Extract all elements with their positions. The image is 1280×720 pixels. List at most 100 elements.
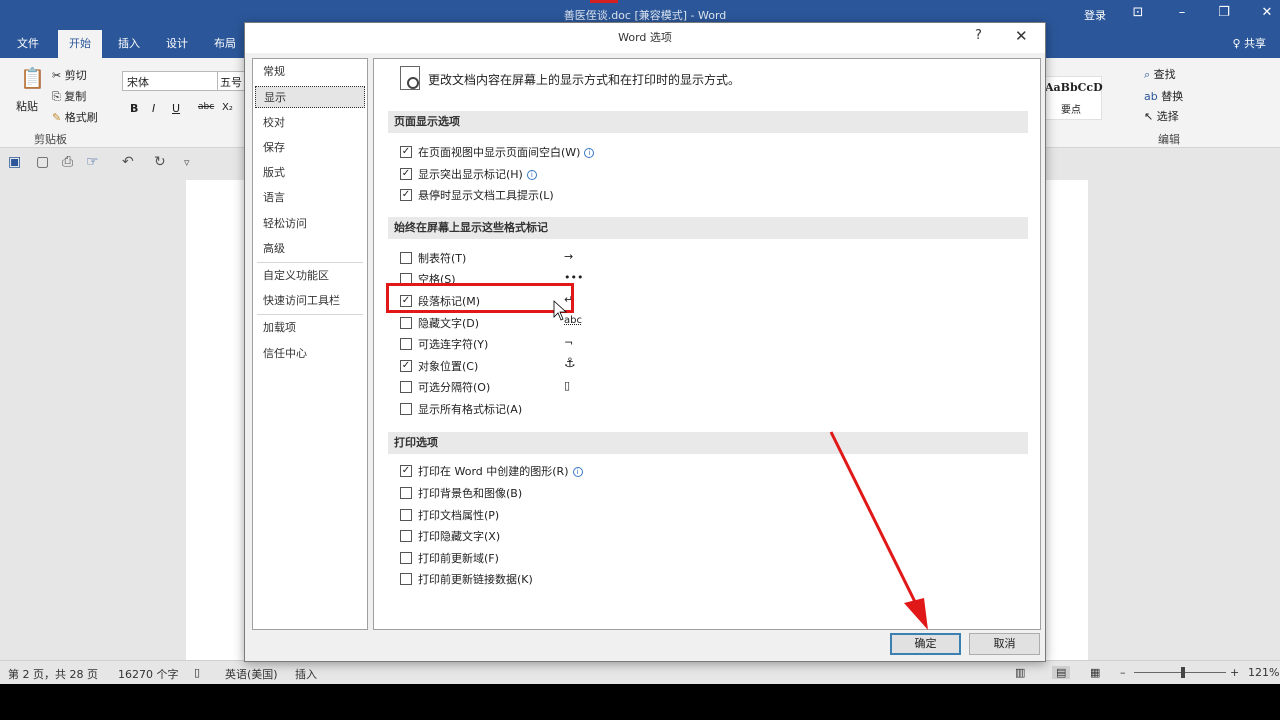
font-name-combo[interactable]: 宋体	[122, 71, 218, 91]
insert-mode[interactable]: 插入	[295, 666, 317, 682]
dialog-close-icon[interactable]: ✕	[1015, 27, 1028, 45]
nav-language[interactable]: 语言	[255, 187, 365, 209]
zoom-level[interactable]: 121%	[1248, 666, 1279, 679]
checkbox[interactable]	[400, 530, 412, 542]
checkbox[interactable]: ✓	[400, 189, 412, 201]
login-link[interactable]: 登录	[1084, 7, 1106, 23]
checkbox[interactable]	[400, 381, 412, 393]
info-icon[interactable]: i	[526, 170, 537, 180]
option-show-highlighter[interactable]: ✓ 显示突出显示标记(H) i	[400, 166, 537, 184]
format-painter-button[interactable]: ✎ 格式刷	[52, 109, 98, 125]
option-show-whitespace[interactable]: ✓ 在页面视图中显示页面间空白(W) i	[400, 144, 595, 162]
replace-button[interactable]: ab 替换	[1144, 88, 1183, 104]
option-show-tooltips[interactable]: ✓ 悬停时显示文档工具提示(L)	[400, 187, 554, 205]
zoom-slider[interactable]	[1134, 672, 1226, 673]
nav-quick-access-toolbar[interactable]: 快速访问工具栏	[255, 290, 365, 312]
checkbox[interactable]	[400, 552, 412, 564]
option-show-all-marks[interactable]: 显示所有格式标记(A)	[400, 401, 522, 419]
zoom-in-icon[interactable]: +	[1230, 666, 1239, 679]
hidden-text-icon: abc	[564, 315, 582, 326]
option-print-background[interactable]: 打印背景色和图像(B)	[400, 485, 522, 503]
share-button[interactable]: ♀ 共享	[1232, 30, 1266, 58]
page-count[interactable]: 第 2 页，共 28 页	[8, 666, 98, 682]
zoom-slider-thumb[interactable]	[1181, 667, 1185, 678]
find-button[interactable]: ⌕ 查找	[1144, 66, 1176, 82]
recording-marker	[590, 0, 618, 3]
checkbox[interactable]	[400, 509, 412, 521]
checkbox[interactable]: ✓	[400, 168, 412, 180]
nav-proofing[interactable]: 校对	[255, 112, 365, 134]
font-size-combo[interactable]: 五号	[217, 71, 247, 91]
style-preview: AaBbCcD	[1045, 81, 1103, 94]
tab-file[interactable]: 文件	[8, 30, 48, 58]
tab-layout[interactable]: 布局	[206, 30, 244, 58]
checkbox[interactable]	[400, 317, 412, 329]
italic-button[interactable]: I	[152, 102, 155, 115]
checkbox[interactable]: ✓	[400, 465, 412, 477]
print-layout-icon[interactable]: ▤	[1052, 666, 1071, 679]
print-preview-icon[interactable]: ⎙	[62, 154, 73, 170]
option-object-anchors[interactable]: ✓ 对象位置(C) ⚓	[400, 356, 576, 376]
select-button[interactable]: ↖ 选择	[1144, 108, 1179, 124]
checkbox[interactable]	[400, 338, 412, 350]
paste-button[interactable]: 粘贴	[16, 98, 38, 114]
checkbox[interactable]	[400, 487, 412, 499]
read-mode-icon[interactable]: ▥	[1015, 666, 1025, 679]
cancel-button[interactable]: 取消	[969, 633, 1040, 655]
cut-button[interactable]: ✂ 剪切	[52, 67, 87, 83]
language-status[interactable]: 英语(美国)	[225, 666, 278, 682]
option-print-drawings[interactable]: ✓ 打印在 Word 中创建的图形(R) i	[400, 463, 583, 481]
option-print-properties[interactable]: 打印文档属性(P)	[400, 507, 499, 525]
nav-layout[interactable]: 版式	[255, 162, 365, 184]
style-gallery-item[interactable]: AaBbCcD 要点	[1040, 76, 1103, 120]
checkbox[interactable]	[400, 573, 412, 585]
checkbox[interactable]	[400, 403, 412, 415]
option-optional-breaks[interactable]: 可选分隔符(O) ▯	[400, 379, 570, 397]
clipboard-group-label: 剪贴板	[34, 133, 67, 146]
info-icon[interactable]: i	[584, 148, 595, 158]
word-count[interactable]: 16270 个字	[118, 666, 179, 682]
option-tab-characters[interactable]: 制表符(T) →	[400, 250, 573, 268]
checkbox[interactable]	[400, 252, 412, 264]
tab-design[interactable]: 设计	[158, 30, 196, 58]
nav-trust-center[interactable]: 信任中心	[255, 343, 365, 365]
option-hidden-text[interactable]: 隐藏文字(D) abc	[400, 315, 582, 333]
option-update-linked-data[interactable]: 打印前更新链接数据(K)	[400, 571, 533, 589]
save-icon[interactable]: ▣	[8, 154, 21, 170]
web-layout-icon[interactable]: ▦	[1090, 666, 1100, 679]
subscript-button[interactable]: X₂	[222, 102, 233, 113]
copy-button[interactable]: ⎘ 复制	[52, 88, 86, 104]
touch-mode-icon[interactable]: ☞	[86, 154, 99, 170]
checkbox[interactable]: ✓	[400, 360, 412, 372]
underline-button[interactable]: U	[172, 102, 180, 115]
new-document-icon[interactable]: ▢	[36, 154, 49, 170]
nav-display[interactable]: 显示	[255, 86, 365, 108]
tab-insert[interactable]: 插入	[110, 30, 148, 58]
tab-home[interactable]: 开始	[58, 30, 102, 58]
ribbon-display-options-icon[interactable]: ⊡	[1126, 5, 1150, 20]
proofing-icon[interactable]: ▯	[194, 666, 200, 679]
nav-save[interactable]: 保存	[255, 137, 365, 159]
restore-icon[interactable]: ❐	[1212, 5, 1236, 20]
ok-button[interactable]: 确定	[890, 633, 961, 655]
option-optional-hyphens[interactable]: 可选连字符(Y) ¬	[400, 336, 573, 354]
zoom-out-icon[interactable]: –	[1120, 666, 1126, 679]
info-icon[interactable]: i	[572, 467, 583, 477]
customize-qat-icon[interactable]: ▿	[184, 156, 190, 169]
nav-customize-ribbon[interactable]: 自定义功能区	[255, 265, 365, 287]
minimize-icon[interactable]: –	[1170, 5, 1194, 20]
help-icon[interactable]: ?	[975, 28, 982, 43]
paste-icon[interactable]: 📋	[20, 66, 45, 90]
window-close-icon[interactable]: ✕	[1255, 5, 1279, 20]
undo-icon[interactable]: ↶	[122, 154, 134, 170]
option-update-fields[interactable]: 打印前更新域(F)	[400, 550, 499, 568]
bold-button[interactable]: B	[130, 102, 138, 115]
checkbox[interactable]: ✓	[400, 146, 412, 158]
redo-icon[interactable]: ↻	[154, 154, 166, 170]
nav-add-ins[interactable]: 加载项	[255, 317, 365, 339]
nav-general[interactable]: 常规	[255, 61, 365, 83]
option-print-hidden-text[interactable]: 打印隐藏文字(X)	[400, 528, 500, 546]
nav-advanced[interactable]: 高级	[255, 238, 365, 260]
strikethrough-button[interactable]: abc	[198, 102, 214, 112]
nav-accessibility[interactable]: 轻松访问	[255, 213, 365, 235]
